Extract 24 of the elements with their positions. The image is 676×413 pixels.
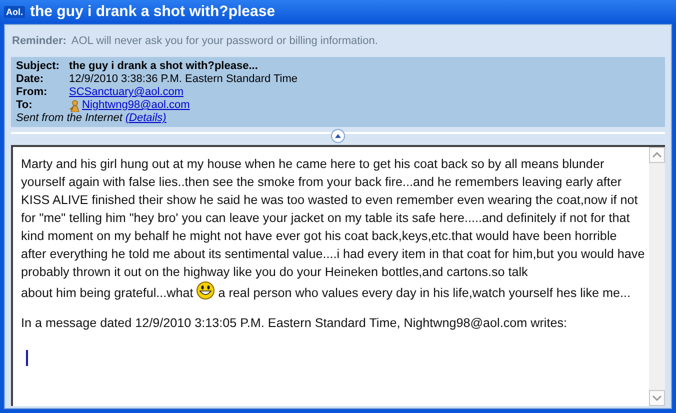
recipient-link[interactable]: Nightwng98@aol.com bbox=[82, 99, 190, 112]
scrollbar[interactable] bbox=[649, 147, 665, 406]
date-text: 12/9/2010 3:38:36 P.M. Eastern Standard Time bbox=[69, 73, 298, 86]
text-cursor bbox=[26, 350, 28, 366]
app-logo: Aol. bbox=[4, 6, 25, 18]
field-label: Subject: bbox=[16, 60, 60, 73]
window-title: the guy i drank a shot with?please bbox=[30, 2, 276, 22]
field-label: Date: bbox=[16, 73, 45, 86]
person-icon bbox=[69, 100, 80, 112]
scroll-down-icon[interactable] bbox=[649, 390, 665, 406]
reminder-text: AOL will never ask you for your password or billing information. bbox=[71, 34, 378, 49]
subject-text: the guy i drank a shot with?please... bbox=[69, 60, 258, 73]
message-text: a real person who values every day in his life,watch yourself hes like me... bbox=[218, 285, 631, 302]
message-text: about him being grateful...what bbox=[21, 285, 194, 302]
field-label: From: bbox=[16, 86, 48, 99]
collapse-button[interactable] bbox=[331, 129, 345, 143]
field-label: To: bbox=[16, 99, 34, 112]
quote-header: In a message dated 12/9/2010 3:13:05 P.M. Eastern Standard Time, Nightwng98@aol.com writes: bbox=[21, 315, 568, 332]
sent-note: Sent from the Internet bbox=[16, 112, 122, 125]
scroll-up-icon[interactable] bbox=[649, 147, 665, 163]
reminder-label: Reminder: bbox=[12, 34, 66, 49]
grinning-face-icon bbox=[196, 281, 216, 300]
sender-link[interactable]: SCSanctuary@aol.com bbox=[69, 86, 184, 99]
details-link[interactable]: (Details) bbox=[125, 112, 166, 125]
